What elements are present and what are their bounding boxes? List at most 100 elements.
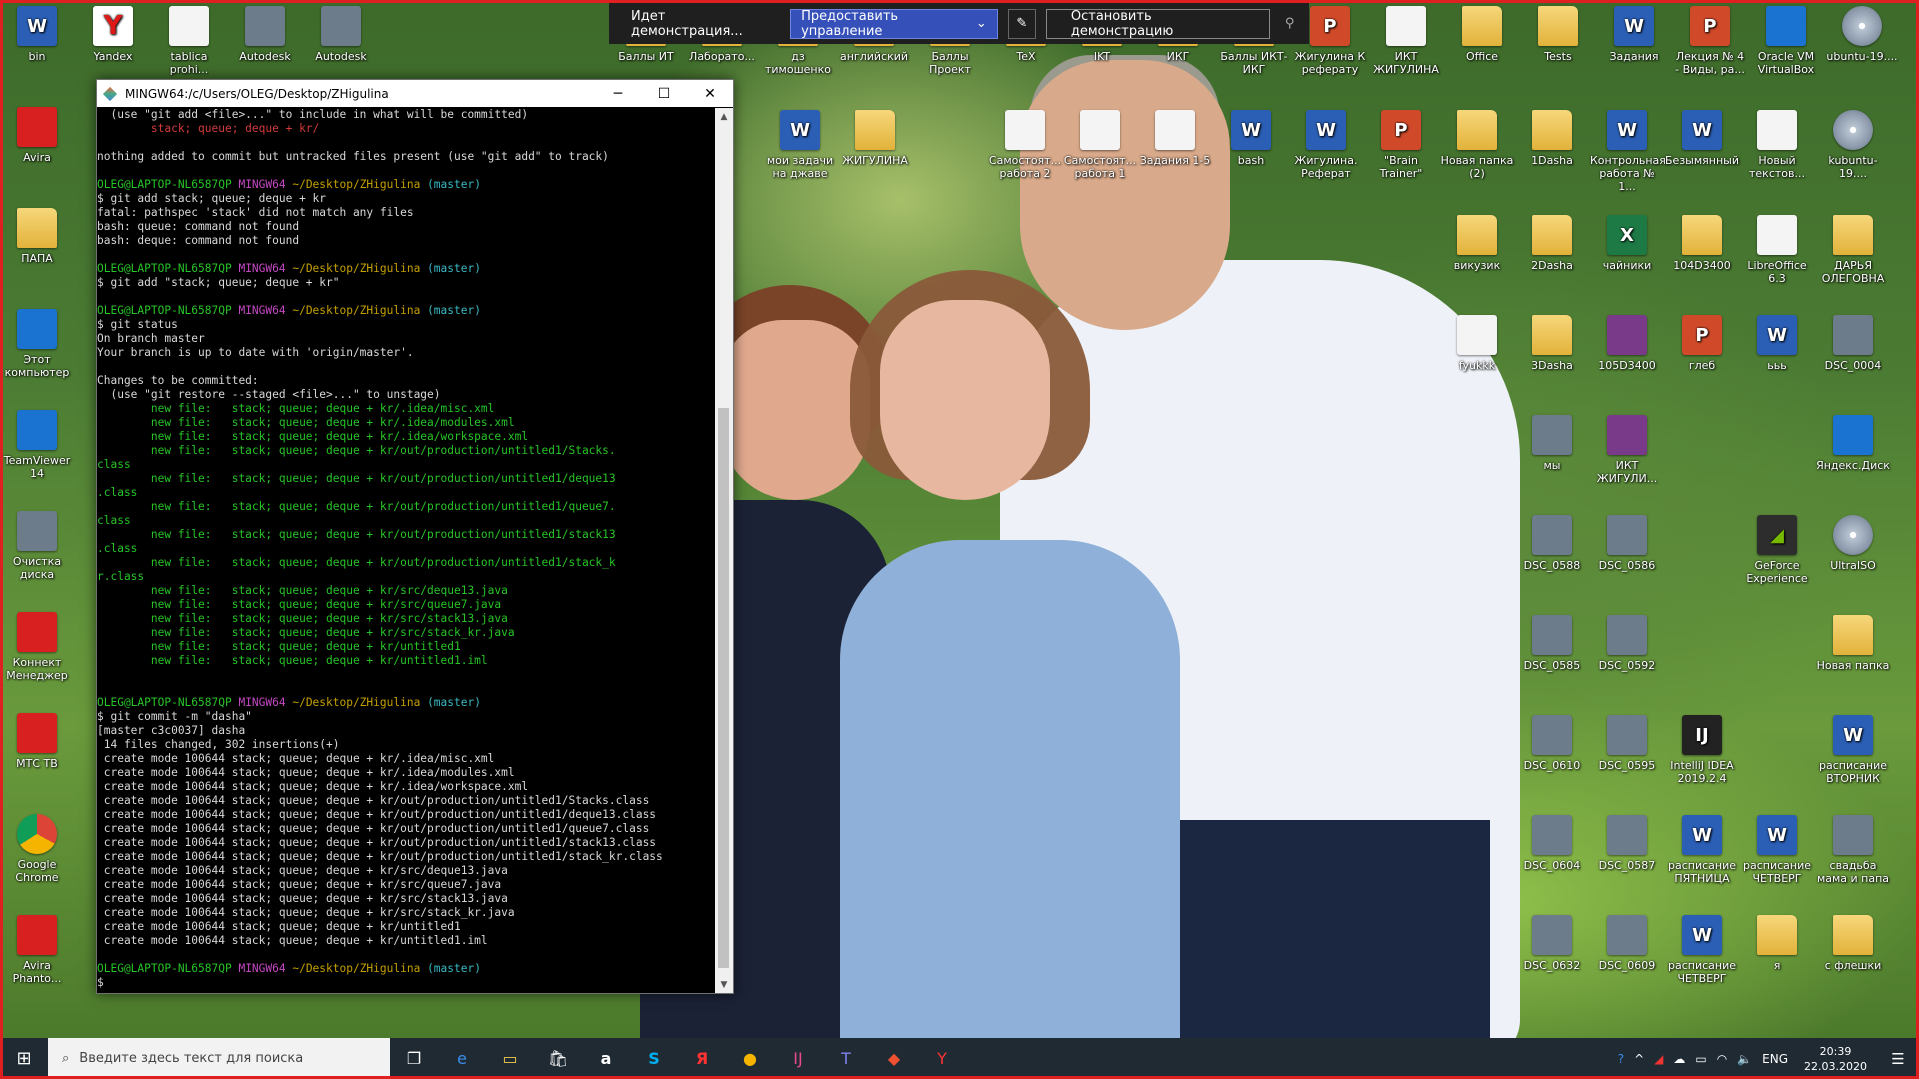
desktop-icon[interactable]: Wbash — [1214, 110, 1288, 167]
store-icon[interactable]: 🛍 — [534, 1038, 582, 1079]
desktop-icon[interactable]: DSC_0592 — [1590, 615, 1664, 672]
desktop-icon[interactable]: Самостоят... работа 2 — [988, 110, 1062, 180]
wifi-icon[interactable]: ◠ — [1717, 1052, 1727, 1066]
desktop-icon[interactable]: UltraISO — [1816, 515, 1890, 572]
desktop-icon[interactable]: я — [1740, 915, 1814, 972]
task-view-icon[interactable]: ❐ — [390, 1038, 438, 1079]
desktop-icon[interactable]: ДАРЬЯ ОЛЕГОВНА — [1816, 215, 1890, 285]
desktop-icon[interactable]: ЖИГУЛИНА — [838, 110, 912, 167]
desktop-icon[interactable]: Яндекс.Диск — [1816, 415, 1890, 472]
desktop-icon[interactable]: Wрасписание ЧЕТВЕРГ — [1665, 915, 1739, 985]
windows-start-icon[interactable]: ⊞ — [0, 1038, 48, 1079]
terminal-output[interactable]: (use "git add <file>..." to include in w… — [97, 108, 715, 993]
chevron-up-icon[interactable]: ^ — [1634, 1052, 1644, 1066]
desktop-icon[interactable]: Google Chrome — [0, 814, 74, 884]
desktop-icon[interactable]: Новая папка (2) — [1440, 110, 1514, 180]
desktop-icon[interactable]: DSC_0632 — [1515, 915, 1589, 972]
desktop-icon[interactable]: Wмои задачи на джаве — [763, 110, 837, 180]
chrome-taskbar-icon[interactable]: ● — [726, 1038, 774, 1079]
edge-icon[interactable]: e — [438, 1038, 486, 1079]
desktop-icon[interactable]: 3Dasha — [1515, 315, 1589, 372]
maximize-button[interactable]: ☐ — [641, 80, 687, 107]
close-button[interactable]: ✕ — [687, 80, 733, 107]
yandex-browser-taskbar-icon[interactable]: Y — [918, 1038, 966, 1079]
desktop-icon[interactable]: Avira Phanto... — [0, 915, 74, 985]
desktop-icon[interactable]: Wььь — [1740, 315, 1814, 372]
desktop-icon[interactable]: ИКТ ЖИГУЛИ... — [1590, 415, 1664, 485]
scroll-thumb[interactable] — [718, 408, 729, 968]
desktop-icon[interactable]: DSC_0595 — [1590, 715, 1664, 772]
desktop-icon[interactable]: DSC_0609 — [1590, 915, 1664, 972]
desktop-icon[interactable]: ПАПА — [0, 208, 74, 265]
desktop-icon[interactable]: 1Dasha — [1515, 110, 1589, 167]
desktop-icon[interactable]: LibreOffice 6.3 — [1740, 215, 1814, 285]
terminal-scrollbar[interactable]: ▲ ▼ — [715, 108, 733, 993]
desktop-icon[interactable]: TeamViewer 14 — [0, 410, 74, 480]
desktop-icon[interactable]: ◢ GeForce Experience — [1740, 515, 1814, 585]
desktop-icon[interactable]: Autodesk — [304, 6, 378, 63]
desktop-icon[interactable]: DSC_0587 — [1590, 815, 1664, 872]
desktop-icon[interactable]: W Задания — [1597, 6, 1671, 63]
desktop-icon[interactable]: DSC_0604 — [1515, 815, 1589, 872]
desktop-icon[interactable]: Tests — [1521, 6, 1595, 63]
notification-icon[interactable]: ☰ — [1883, 1050, 1913, 1068]
desktop-icon[interactable]: DSC_0610 — [1515, 715, 1589, 772]
scroll-up-arrow[interactable]: ▲ — [715, 108, 733, 125]
pin-icon[interactable]: ⚲ — [1280, 16, 1299, 31]
skype-icon[interactable]: S — [630, 1038, 678, 1079]
git-bash-taskbar-icon[interactable]: ◆ — [870, 1038, 918, 1079]
desktop-icon[interactable]: с флешки — [1816, 915, 1890, 972]
desktop-icon[interactable]: P Лекция № 4 - Виды, ра... — [1673, 6, 1747, 76]
desktop-icon[interactable]: Новая папка — [1816, 615, 1890, 672]
give-control-button[interactable]: Предоставить управление ⌄ — [790, 8, 998, 39]
desktop-icon[interactable]: W Контрольная работа № 1... — [1590, 110, 1666, 193]
desktop-icon[interactable]: Oracle VM VirtualBox — [1749, 6, 1823, 76]
intellij-taskbar-icon[interactable]: IJ — [774, 1038, 822, 1079]
language-indicator[interactable]: ENG — [1762, 1052, 1788, 1066]
desktop-icon[interactable]: DSC_0004 — [1816, 315, 1890, 372]
yandex-taskbar-icon[interactable]: Я — [678, 1038, 726, 1079]
desktop-icon[interactable]: Wрасписание ЧЕТВЕРГ — [1740, 815, 1814, 885]
desktop-icon[interactable]: ИКТ ЖИГУЛИНА — [1369, 6, 1443, 76]
desktop-icon[interactable]: Avira — [0, 107, 74, 164]
desktop-icon[interactable]: Autodesk — [228, 6, 302, 63]
desktop-icon[interactable]: ubuntu-19.... — [1825, 6, 1899, 63]
desktop-icon[interactable]: Очистка диска — [0, 511, 74, 581]
minimize-button[interactable]: ─ — [595, 80, 641, 107]
desktop-icon[interactable]: DSC_0585 — [1515, 615, 1589, 672]
desktop-icon[interactable]: Y Yandex — [76, 6, 150, 63]
desktop-icon[interactable]: свадьба мама и папа — [1816, 815, 1890, 885]
window-titlebar[interactable]: MINGW64:/c/Users/OLEG/Desktop/ZHigulina … — [97, 80, 733, 107]
file-explorer-icon[interactable]: ▭ — [486, 1038, 534, 1079]
desktop-icon[interactable]: DSC_0588 — [1515, 515, 1589, 572]
clock[interactable]: 20:39 22.03.2020 — [1798, 1044, 1873, 1074]
volume-icon[interactable]: 🔈 — [1737, 1052, 1752, 1066]
desktop-icon[interactable]: Этот компьютер — [0, 309, 74, 379]
desktop-icon[interactable]: Xчайники — [1590, 215, 1664, 272]
desktop-icon[interactable]: 105D3400 — [1590, 315, 1664, 372]
desktop-icon[interactable]: DSC_0586 — [1590, 515, 1664, 572]
desktop-icon[interactable]: tablica prohi... — [152, 6, 226, 76]
battery-icon[interactable]: ▭ — [1695, 1052, 1706, 1066]
desktop-icon[interactable]: W Жигулина. Реферат — [1289, 110, 1363, 180]
amazon-icon[interactable]: a — [582, 1038, 630, 1079]
desktop-icon[interactable]: kubuntu-19.... — [1816, 110, 1890, 180]
scroll-down-arrow[interactable]: ▼ — [715, 976, 733, 993]
desktop-icon[interactable]: МТС ТВ — [0, 713, 74, 770]
desktop-icon[interactable]: fyukkk — [1440, 315, 1514, 372]
desktop-icon[interactable]: Wрасписание ВТОРНИК — [1816, 715, 1890, 785]
avira-tray-icon[interactable]: ◢ — [1654, 1052, 1663, 1066]
stop-sharing-button[interactable]: Остановить демонстрацию — [1045, 8, 1271, 39]
annotate-icon[interactable]: ✎ — [1007, 8, 1036, 39]
desktop-icon[interactable]: W Безымянный — [1665, 110, 1739, 167]
desktop-icon[interactable]: 104D3400 — [1665, 215, 1739, 272]
desktop-icon[interactable]: IJ IntelliJ IDEA 2019.2.4 — [1665, 715, 1739, 785]
help-icon[interactable]: ? — [1618, 1052, 1624, 1066]
mingw-terminal-window[interactable]: MINGW64:/c/Users/OLEG/Desktop/ZHigulina … — [96, 79, 734, 994]
desktop-icon[interactable]: Самостоят... работа 1 — [1063, 110, 1137, 180]
teams-taskbar-icon[interactable]: T — [822, 1038, 870, 1079]
desktop-icon[interactable]: Коннект Менеджер — [0, 612, 74, 682]
desktop-icon[interactable]: Wbin — [0, 6, 74, 63]
desktop-icon[interactable]: Новый текстов... — [1740, 110, 1814, 180]
desktop-icon[interactable]: 2Dasha — [1515, 215, 1589, 272]
